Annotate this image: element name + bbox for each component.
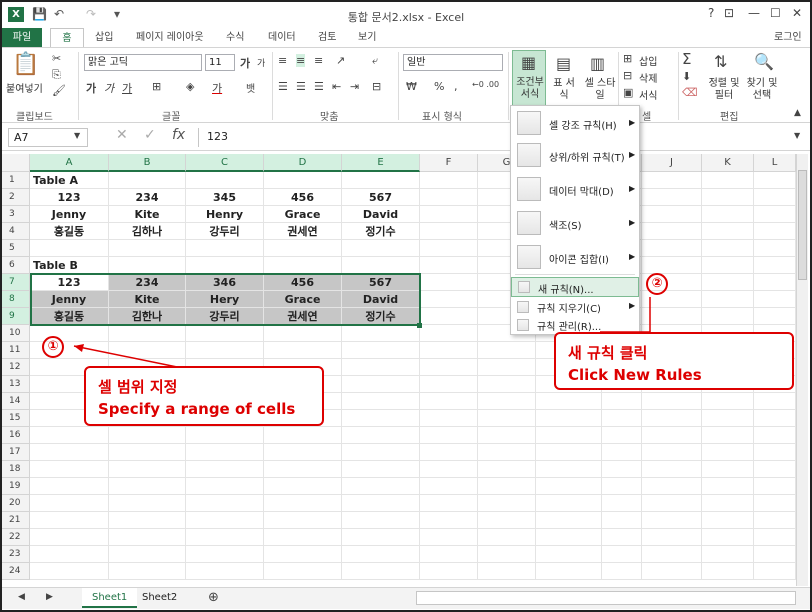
annotation-arrows (73, 297, 651, 369)
callout-1-pointer (73, 345, 183, 369)
callout-2-korean: 새 규칙 클릭 (568, 344, 648, 362)
sheet-tab-sheet2[interactable]: Sheet2 (132, 588, 187, 608)
callout-2-english: Click New Rules (568, 366, 702, 384)
sheet-tab-sheet1[interactable]: Sheet1 (82, 588, 138, 608)
step-2-badge: ② (646, 273, 668, 295)
sheet-tab-bar: ◀ ▶ Sheet1 Sheet2 ⊕ (2, 587, 810, 609)
vertical-scrollbar[interactable] (796, 154, 808, 586)
excel-window: X 💾 ↶ ↷ ▾ 통합 문서2.xlsx - Excel ? ⊡ — ☐ ✕ … (0, 0, 812, 612)
callout-step-1: 셀 범위 지정 Specify a range of cells (84, 366, 324, 426)
callout-1-arrowhead (74, 344, 84, 352)
step-1-badge: ① (42, 336, 64, 358)
horizontal-scrollbar[interactable] (416, 591, 796, 605)
new-sheet-icon[interactable]: ⊕ (208, 590, 219, 605)
callout-step-2: 새 규칙 클릭 Click New Rules (554, 332, 794, 390)
callout-1-korean: 셀 범위 지정 (98, 378, 178, 396)
scroll-tabs-right-icon[interactable]: ▶ (46, 592, 53, 602)
scroll-tabs-left-icon[interactable]: ◀ (18, 592, 25, 602)
vertical-scroll-thumb[interactable] (798, 170, 807, 280)
callout-1-english: Specify a range of cells (98, 400, 296, 418)
